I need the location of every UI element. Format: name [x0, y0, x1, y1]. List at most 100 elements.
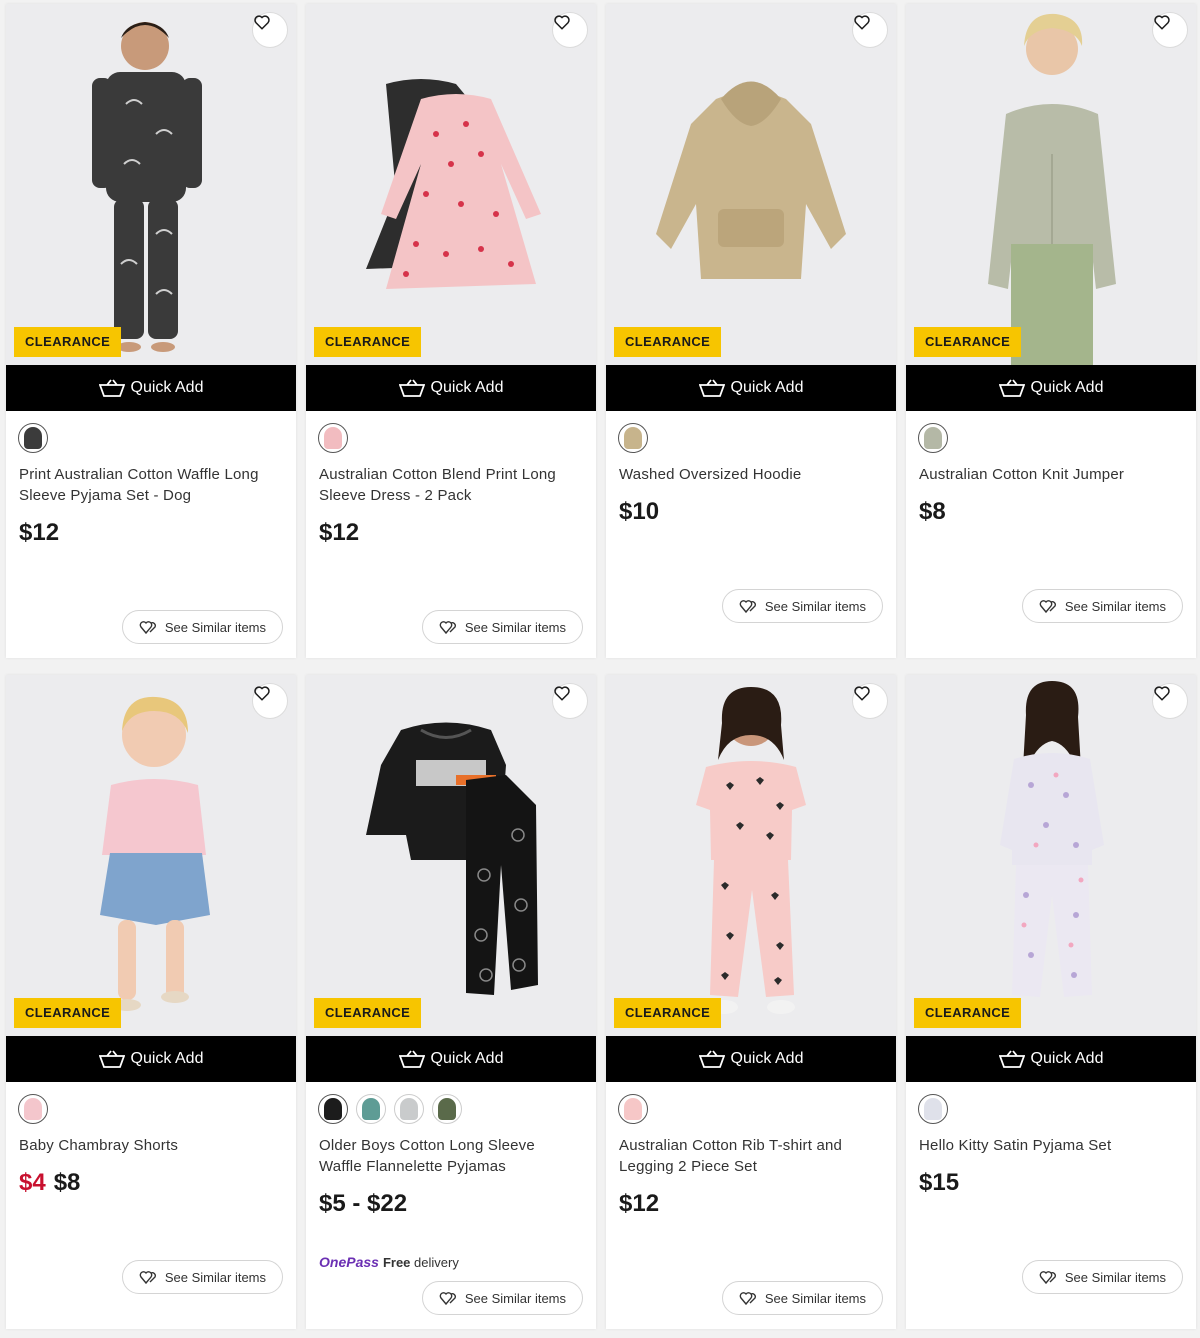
clearance-badge: CLEARANCE	[14, 998, 122, 1028]
basket-icon	[398, 379, 425, 397]
color-swatch[interactable]	[318, 1094, 348, 1124]
clearance-badge: CLEARANCE	[314, 998, 422, 1028]
quick-add-button[interactable]: Quick Add	[606, 1036, 896, 1082]
product-image[interactable]: CLEARANCE	[306, 675, 596, 1036]
quick-add-button[interactable]: Quick Add	[306, 1036, 596, 1082]
heart-icon	[1154, 15, 1170, 30]
basket-icon	[698, 1050, 725, 1068]
wishlist-button[interactable]	[852, 683, 888, 719]
color-swatches	[918, 423, 948, 453]
quick-add-button[interactable]: Quick Add	[606, 365, 896, 411]
wishlist-button[interactable]	[552, 683, 588, 719]
product-price: $5 - $22	[319, 1190, 408, 1217]
color-swatches	[318, 1094, 462, 1124]
onepass-delivery: OnePass Free delivery	[319, 1254, 459, 1270]
see-similar-button[interactable]: See Similar items	[421, 610, 583, 644]
wishlist-button[interactable]	[852, 12, 888, 48]
product-title[interactable]: Australian Cotton Blend Print Long Sleev…	[319, 464, 581, 506]
product-title[interactable]: Washed Oversized Hoodie	[619, 464, 881, 485]
quick-add-label: Quick Add	[1030, 1050, 1104, 1067]
product-image[interactable]: CLEARANCE	[6, 4, 296, 365]
product-title[interactable]: Australian Cotton Knit Jumper	[919, 464, 1181, 485]
product-price: $15	[919, 1169, 960, 1196]
color-swatch[interactable]	[618, 1094, 648, 1124]
onepass-logo: OnePass	[319, 1254, 379, 1270]
color-swatch[interactable]	[918, 423, 948, 453]
basket-icon	[98, 1050, 125, 1068]
heart-icon	[254, 686, 270, 701]
see-similar-button[interactable]: See Similar items	[1021, 1260, 1183, 1294]
hearts-icon	[439, 1292, 456, 1306]
quick-add-button[interactable]: Quick Add	[6, 1036, 296, 1082]
quick-add-button[interactable]: Quick Add	[906, 365, 1196, 411]
color-swatch[interactable]	[318, 423, 348, 453]
quick-add-button[interactable]: Quick Add	[906, 1036, 1196, 1082]
hearts-icon	[139, 1271, 156, 1285]
product-title[interactable]: Australian Cotton Rib T-shirt and Leggin…	[619, 1135, 881, 1177]
quick-add-button[interactable]: Quick Add	[6, 365, 296, 411]
quick-add-label: Quick Add	[130, 1050, 204, 1067]
heart-icon	[254, 15, 270, 30]
color-swatch[interactable]	[18, 423, 48, 453]
wishlist-button[interactable]	[1152, 683, 1188, 719]
quick-add-label: Quick Add	[730, 379, 804, 396]
wishlist-button[interactable]	[1152, 12, 1188, 48]
product-price: $12	[619, 1190, 660, 1217]
quick-add-label: Quick Add	[730, 1050, 804, 1067]
color-swatches	[918, 1094, 948, 1124]
clearance-badge: CLEARANCE	[614, 327, 722, 357]
color-swatch[interactable]	[918, 1094, 948, 1124]
product-image[interactable]: CLEARANCE	[6, 675, 296, 1036]
product-card[interactable]: CLEARANCE Quick Add Australian Cotton Kn…	[906, 4, 1196, 658]
delivery-label: delivery	[414, 1255, 459, 1270]
product-title[interactable]: Print Australian Cotton Waffle Long Slee…	[19, 464, 281, 506]
color-swatches	[618, 423, 648, 453]
wishlist-button[interactable]	[252, 12, 288, 48]
clearance-badge: CLEARANCE	[914, 327, 1022, 357]
product-image[interactable]: CLEARANCE	[906, 4, 1196, 365]
product-price: $8	[919, 498, 946, 525]
product-card[interactable]: CLEARANCE Quick Add Baby Chambray Shorts…	[6, 675, 296, 1329]
color-swatches	[318, 423, 348, 453]
see-similar-button[interactable]: See Similar items	[121, 610, 283, 644]
free-label: Free	[382, 1255, 411, 1270]
see-similar-button[interactable]: See Similar items	[421, 1281, 583, 1315]
see-similar-button[interactable]: See Similar items	[721, 1281, 883, 1315]
product-image[interactable]: CLEARANCE	[906, 675, 1196, 1036]
see-similar-button[interactable]: See Similar items	[1021, 589, 1183, 623]
quick-add-label: Quick Add	[130, 379, 204, 396]
product-price: $12	[19, 519, 60, 546]
product-card[interactable]: CLEARANCE Quick Add Hello Kitty Satin Py…	[906, 675, 1196, 1329]
was-price: $8	[53, 1169, 81, 1196]
product-price: $12	[319, 519, 360, 546]
color-swatches	[618, 1094, 648, 1124]
product-card[interactable]: CLEARANCE Quick Add Print Australian Cot…	[6, 4, 296, 658]
color-swatch[interactable]	[618, 423, 648, 453]
product-card[interactable]: CLEARANCE Quick Add Older Boys Cotton Lo…	[306, 675, 596, 1329]
product-title[interactable]: Baby Chambray Shorts	[19, 1135, 281, 1156]
product-card[interactable]: CLEARANCE Quick Add Australian Cotton Bl…	[306, 4, 596, 658]
product-title[interactable]: Older Boys Cotton Long Sleeve Waffle Fla…	[319, 1135, 581, 1177]
product-card[interactable]: CLEARANCE Quick Add Australian Cotton Ri…	[606, 675, 896, 1329]
color-swatch[interactable]	[432, 1094, 462, 1124]
see-similar-button[interactable]: See Similar items	[121, 1260, 283, 1294]
product-image[interactable]: CLEARANCE	[306, 4, 596, 365]
product-image[interactable]: CLEARANCE	[606, 675, 896, 1036]
product-grid: CLEARANCE Quick Add Print Australian Cot…	[0, 0, 1200, 1338]
see-similar-button[interactable]: See Similar items	[721, 589, 883, 623]
heart-icon	[554, 15, 570, 30]
color-swatch[interactable]	[18, 1094, 48, 1124]
heart-icon	[854, 686, 870, 701]
color-swatches	[18, 423, 48, 453]
quick-add-button[interactable]: Quick Add	[306, 365, 596, 411]
product-card[interactable]: CLEARANCE Quick Add Washed Oversized Hoo…	[606, 4, 896, 658]
quick-add-label: Quick Add	[1030, 379, 1104, 396]
color-swatch[interactable]	[356, 1094, 386, 1124]
wishlist-button[interactable]	[552, 12, 588, 48]
wishlist-button[interactable]	[252, 683, 288, 719]
clearance-badge: CLEARANCE	[914, 998, 1022, 1028]
product-title[interactable]: Hello Kitty Satin Pyjama Set	[919, 1135, 1181, 1156]
clearance-badge: CLEARANCE	[314, 327, 422, 357]
color-swatch[interactable]	[394, 1094, 424, 1124]
product-image[interactable]: CLEARANCE	[606, 4, 896, 365]
